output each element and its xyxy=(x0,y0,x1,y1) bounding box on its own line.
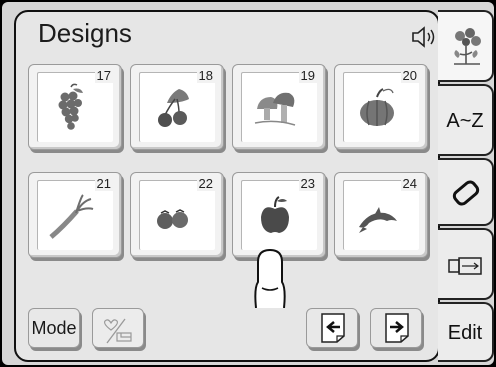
pointing-finger-icon xyxy=(254,248,286,308)
favorite-button[interactable] xyxy=(92,308,144,348)
design-tile[interactable]: 24 xyxy=(334,172,428,258)
dolphin-icon xyxy=(359,207,397,233)
tab-alphabet[interactable]: A~Z xyxy=(438,84,494,156)
flower-design-icon xyxy=(454,28,481,65)
tab-edit-label: Edit xyxy=(447,322,483,344)
design-tile[interactable]: 18 xyxy=(130,64,224,150)
design-tile[interactable]: 21 xyxy=(28,172,122,258)
touch-screen: Designs 17 18 19 20 21 22 23 24 Mode A~Z… xyxy=(2,2,494,365)
mushrooms-icon xyxy=(254,92,296,126)
designs-panel: Designs 17 18 19 20 21 22 23 24 Mode xyxy=(14,10,440,362)
pumpkin-icon xyxy=(360,88,394,126)
mode-button-label: Mode xyxy=(31,318,77,338)
tab-alphabet-label: A~Z xyxy=(446,110,484,132)
speaker-icon[interactable] xyxy=(409,24,439,50)
tab-edit[interactable]: Edit xyxy=(438,302,494,362)
design-tile[interactable]: 20 xyxy=(334,64,428,150)
page-back-icon xyxy=(321,313,345,343)
page-title: Designs xyxy=(38,18,132,48)
mode-button[interactable]: Mode xyxy=(28,308,80,348)
usb-memory-icon xyxy=(448,257,482,275)
tomatoes-icon xyxy=(157,209,188,229)
tab-eraser[interactable] xyxy=(438,158,494,226)
cherries-icon xyxy=(158,89,189,127)
design-tile[interactable]: 23 xyxy=(232,172,326,258)
tab-designs[interactable] xyxy=(438,10,494,82)
apple-icon xyxy=(261,196,289,233)
leek-icon xyxy=(49,194,94,239)
previous-page-button[interactable] xyxy=(306,308,358,348)
tab-usb[interactable] xyxy=(438,228,494,300)
design-tile[interactable]: 17 xyxy=(28,64,122,150)
design-tile[interactable]: 22 xyxy=(130,172,224,258)
page-forward-icon xyxy=(385,313,409,343)
heart-folder-icon xyxy=(104,318,132,344)
eraser-icon xyxy=(452,180,480,206)
design-tile[interactable]: 19 xyxy=(232,64,326,150)
grapes-icon xyxy=(58,83,83,130)
next-page-button[interactable] xyxy=(370,308,422,348)
